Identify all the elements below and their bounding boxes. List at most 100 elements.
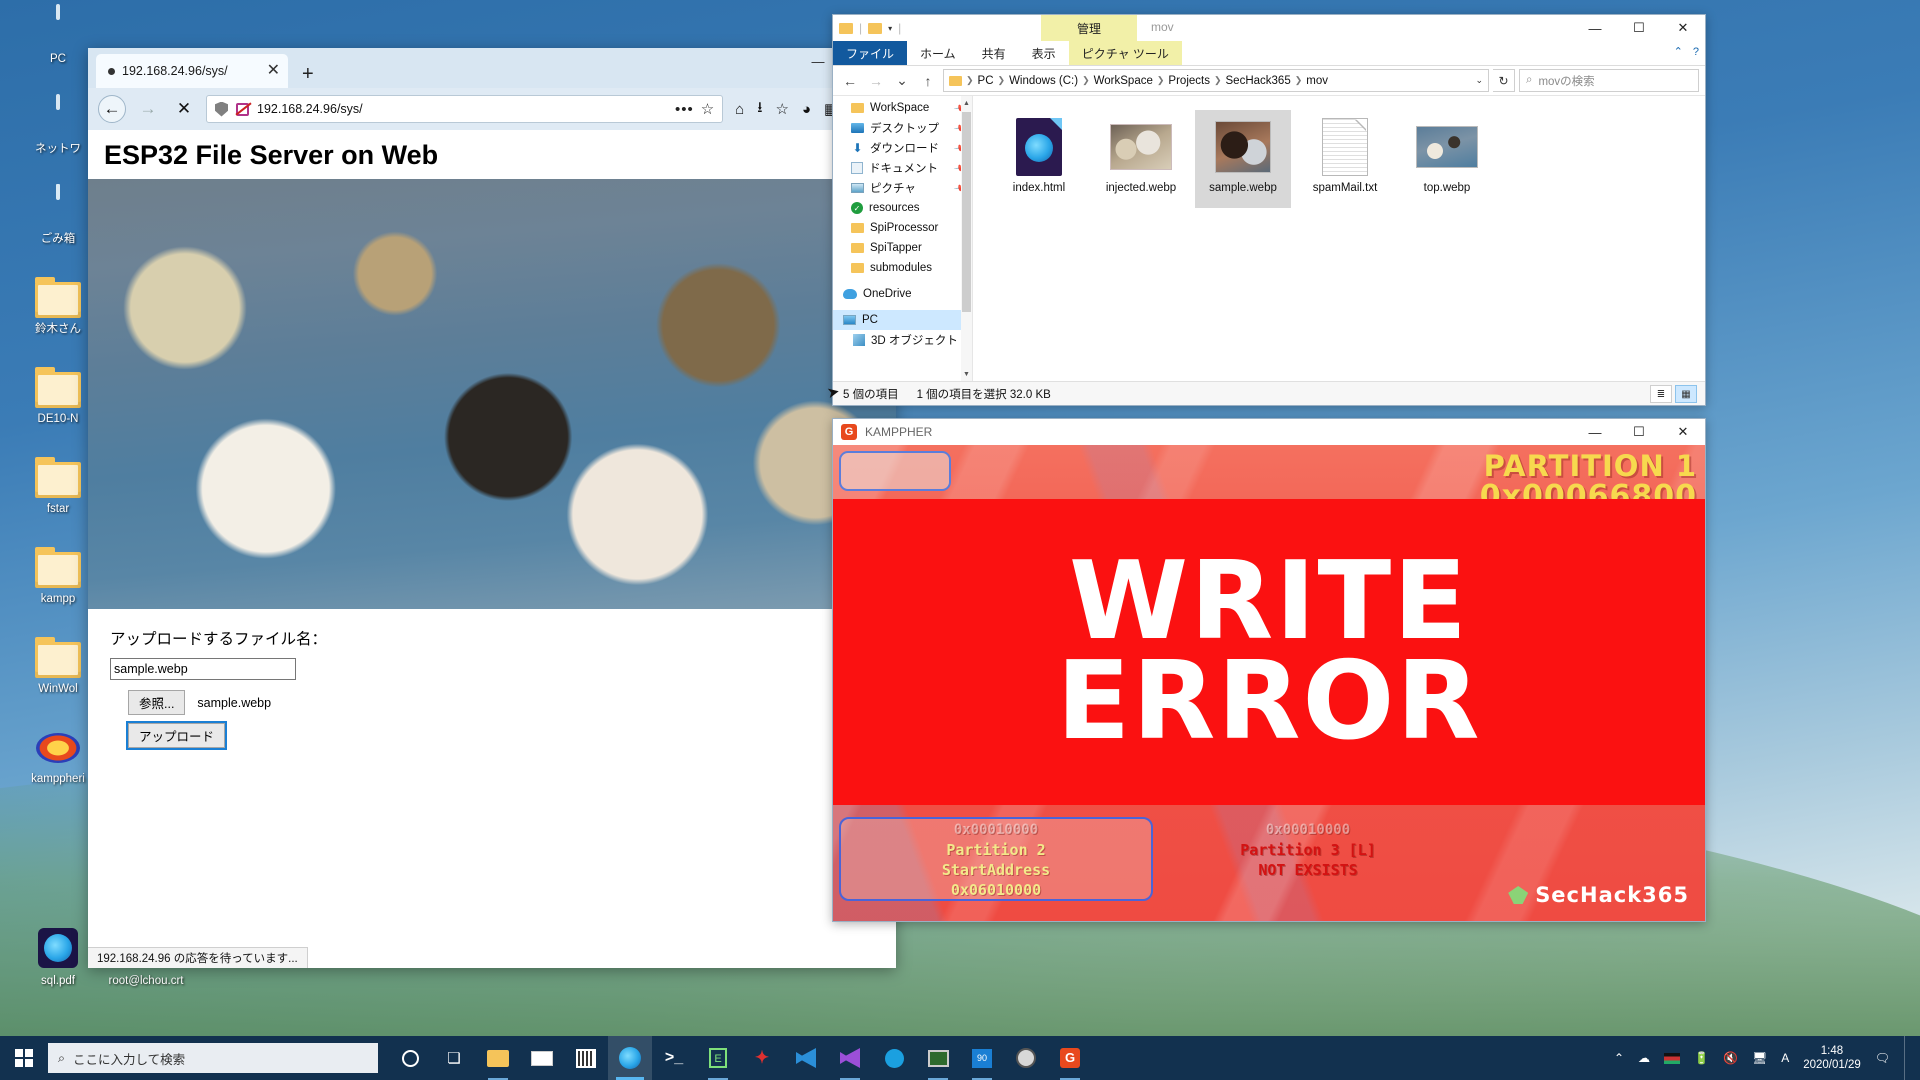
- file-item[interactable]: sample.webp: [1195, 110, 1291, 208]
- collapse-ribbon-icon[interactable]: ⌃: [1674, 45, 1683, 58]
- taskbar-monitor-app-icon[interactable]: [916, 1036, 960, 1080]
- minimize-icon[interactable]: —: [1573, 15, 1617, 41]
- start-button[interactable]: [0, 1036, 48, 1080]
- sidebar-item-desktop[interactable]: デスクトップ📌: [833, 118, 972, 138]
- show-hidden-icons-icon[interactable]: ⌃: [1614, 1051, 1624, 1065]
- breadcrumb-item[interactable]: SecHack365: [1226, 75, 1291, 87]
- taskbar-kampher-icon[interactable]: G: [1048, 1036, 1092, 1080]
- sidebar-item-resources[interactable]: ✓ resources: [833, 198, 972, 218]
- taskbar-blue-app-icon[interactable]: 90: [960, 1036, 1004, 1080]
- tab-picture-tools[interactable]: ピクチャ ツール: [1068, 41, 1182, 65]
- minimize-icon[interactable]: —: [810, 54, 826, 69]
- file-item[interactable]: top.webp: [1399, 110, 1495, 208]
- file-item[interactable]: injected.webp: [1093, 110, 1189, 208]
- minimize-icon[interactable]: —: [1573, 419, 1617, 445]
- flag-icon[interactable]: [1664, 1052, 1681, 1064]
- noscript-icon[interactable]: [235, 102, 250, 117]
- file-explorer-window[interactable]: | ▾ | 管理 mov — ☐ ✕ ファイル ホーム 共有 表示 ピクチャ ツ…: [825, 14, 1706, 406]
- search-input[interactable]: ⌕ ここに入力して検索: [48, 1043, 378, 1073]
- sidebar-item-downloads[interactable]: ⬇ダウンロード📌: [833, 138, 972, 158]
- up-button[interactable]: ↑: [917, 70, 939, 92]
- close-icon[interactable]: ✕: [1661, 419, 1705, 445]
- onedrive-icon[interactable]: ☁: [1638, 1051, 1650, 1065]
- breadcrumb-item[interactable]: Projects: [1168, 75, 1210, 87]
- sidebar-item-3d-objects[interactable]: 3D オブジェクト: [833, 330, 972, 350]
- page-actions-icon[interactable]: •••: [675, 101, 694, 118]
- chevron-down-icon[interactable]: ▾: [888, 24, 892, 33]
- sidebar-item-workspace[interactable]: WorkSpace📌: [833, 98, 972, 118]
- downloads-icon[interactable]: ⭳: [757, 97, 762, 122]
- navigation-pane-scrollbar[interactable]: ▲ ▼: [961, 96, 972, 381]
- volume-mute-icon[interactable]: 🔇: [1723, 1051, 1738, 1065]
- file-item[interactable]: spamMail.txt: [1297, 110, 1393, 208]
- explorer-navigation-pane[interactable]: WorkSpace📌 デスクトップ📌 ⬇ダウンロード📌 ドキュメント📌 ピクチャ…: [833, 96, 973, 381]
- sidebar-item-onedrive[interactable]: OneDrive: [833, 284, 972, 304]
- back-button[interactable]: ←: [98, 95, 126, 123]
- tab-view[interactable]: 表示: [1019, 41, 1069, 65]
- contextual-tab-label[interactable]: 管理: [1041, 15, 1137, 41]
- breadcrumb-item[interactable]: PC: [978, 75, 994, 87]
- breadcrumb-item[interactable]: mov: [1306, 75, 1328, 87]
- upload-button[interactable]: アップロード: [125, 721, 228, 750]
- forward-button[interactable]: →: [134, 95, 162, 123]
- taskbar-mail-icon[interactable]: [520, 1036, 564, 1080]
- sidebar-item-documents[interactable]: ドキュメント📌: [833, 158, 972, 178]
- breadcrumb-item[interactable]: WorkSpace: [1094, 75, 1153, 87]
- url-bar[interactable]: 192.168.24.96/sys/ ••• ☆: [206, 95, 724, 123]
- chevron-down-icon[interactable]: ⌄: [1475, 75, 1483, 86]
- action-center-icon[interactable]: 🗨: [1875, 1051, 1890, 1065]
- taskbar-powershell-icon[interactable]: >_: [652, 1036, 696, 1080]
- new-tab-button[interactable]: +: [302, 64, 314, 84]
- recent-locations-button[interactable]: ⌄: [891, 70, 913, 92]
- search-box[interactable]: ⌕ movの検索: [1519, 69, 1699, 92]
- close-icon[interactable]: ✕: [1661, 15, 1705, 41]
- qat-save-icon[interactable]: [868, 22, 883, 34]
- taskbar-cortana-icon[interactable]: [388, 1036, 432, 1080]
- close-icon[interactable]: ✕: [267, 63, 280, 79]
- stop-button[interactable]: ✕: [170, 95, 198, 123]
- bookmarks-icon[interactable]: ☆: [776, 100, 789, 118]
- sidebar-item-spiprocessor[interactable]: SpiProcessor: [833, 218, 972, 238]
- taskbar-calendar-icon[interactable]: [564, 1036, 608, 1080]
- refresh-button[interactable]: ↻: [1493, 69, 1515, 92]
- back-button[interactable]: ←: [839, 70, 861, 92]
- show-desktop-button[interactable]: [1904, 1036, 1910, 1080]
- breadcrumb[interactable]: ❯ PC ❯ Windows (C:) ❯ WorkSpace ❯ Projec…: [943, 69, 1489, 92]
- clock[interactable]: 1:48 2020/01/29: [1803, 1044, 1861, 1073]
- scroll-down-arrow-icon[interactable]: ▼: [961, 367, 972, 381]
- sidebar-item-spitapper[interactable]: SpiTapper: [833, 238, 972, 258]
- taskbar-teams-icon[interactable]: [872, 1036, 916, 1080]
- network-icon[interactable]: 🖥: [1752, 1051, 1767, 1065]
- taskbar-editor-icon[interactable]: E: [696, 1036, 740, 1080]
- taskbar-task-view-icon[interactable]: ❏: [432, 1036, 476, 1080]
- taskbar-vscode-insiders-icon[interactable]: [784, 1036, 828, 1080]
- sidebar-item-pc[interactable]: PC: [833, 310, 972, 330]
- tab-home[interactable]: ホーム: [907, 41, 969, 65]
- pocket-icon[interactable]: ◕: [802, 101, 811, 118]
- file-list[interactable]: index.html injected.webp sample.webp spa…: [973, 96, 1705, 381]
- help-icon[interactable]: ?: [1693, 46, 1699, 58]
- sidebar-item-pictures[interactable]: ピクチャ📌: [833, 178, 972, 198]
- scroll-up-arrow-icon[interactable]: ▲: [961, 96, 972, 110]
- bookmark-star-icon[interactable]: ☆: [701, 100, 714, 118]
- tab-file[interactable]: ファイル: [833, 41, 908, 65]
- breadcrumb-item[interactable]: Windows (C:): [1009, 75, 1078, 87]
- forward-button[interactable]: →: [865, 70, 887, 92]
- taskbar-firefox-icon[interactable]: [608, 1036, 652, 1080]
- filename-input[interactable]: [110, 658, 296, 680]
- maximize-icon[interactable]: ☐: [1617, 15, 1661, 41]
- sidebar-item-submodules[interactable]: submodules: [833, 258, 972, 278]
- maximize-icon[interactable]: ☐: [1617, 419, 1661, 445]
- tab-share[interactable]: 共有: [969, 41, 1019, 65]
- taskbar-visual-studio-icon[interactable]: [828, 1036, 872, 1080]
- taskbar-audacity-icon[interactable]: [1004, 1036, 1048, 1080]
- scrollbar-thumb[interactable]: [962, 112, 971, 312]
- firefox-window[interactable]: 192.168.24.96/sys/ ✕ + — ❐ ✕ ← → ✕ 192.1…: [88, 48, 896, 968]
- details-view-icon[interactable]: ≣: [1650, 385, 1672, 403]
- taskbar-ghidra-icon[interactable]: ✦: [740, 1036, 784, 1080]
- large-icons-view-icon[interactable]: ▦: [1675, 385, 1697, 403]
- ime-icon[interactable]: A: [1781, 1051, 1789, 1065]
- browse-button[interactable]: 参照...: [128, 690, 186, 715]
- kampher-window[interactable]: G KAMPPHER — ☐ ✕ PARTITION 1 0x00066800 …: [832, 418, 1706, 922]
- browser-tab[interactable]: 192.168.24.96/sys/ ✕: [96, 54, 288, 88]
